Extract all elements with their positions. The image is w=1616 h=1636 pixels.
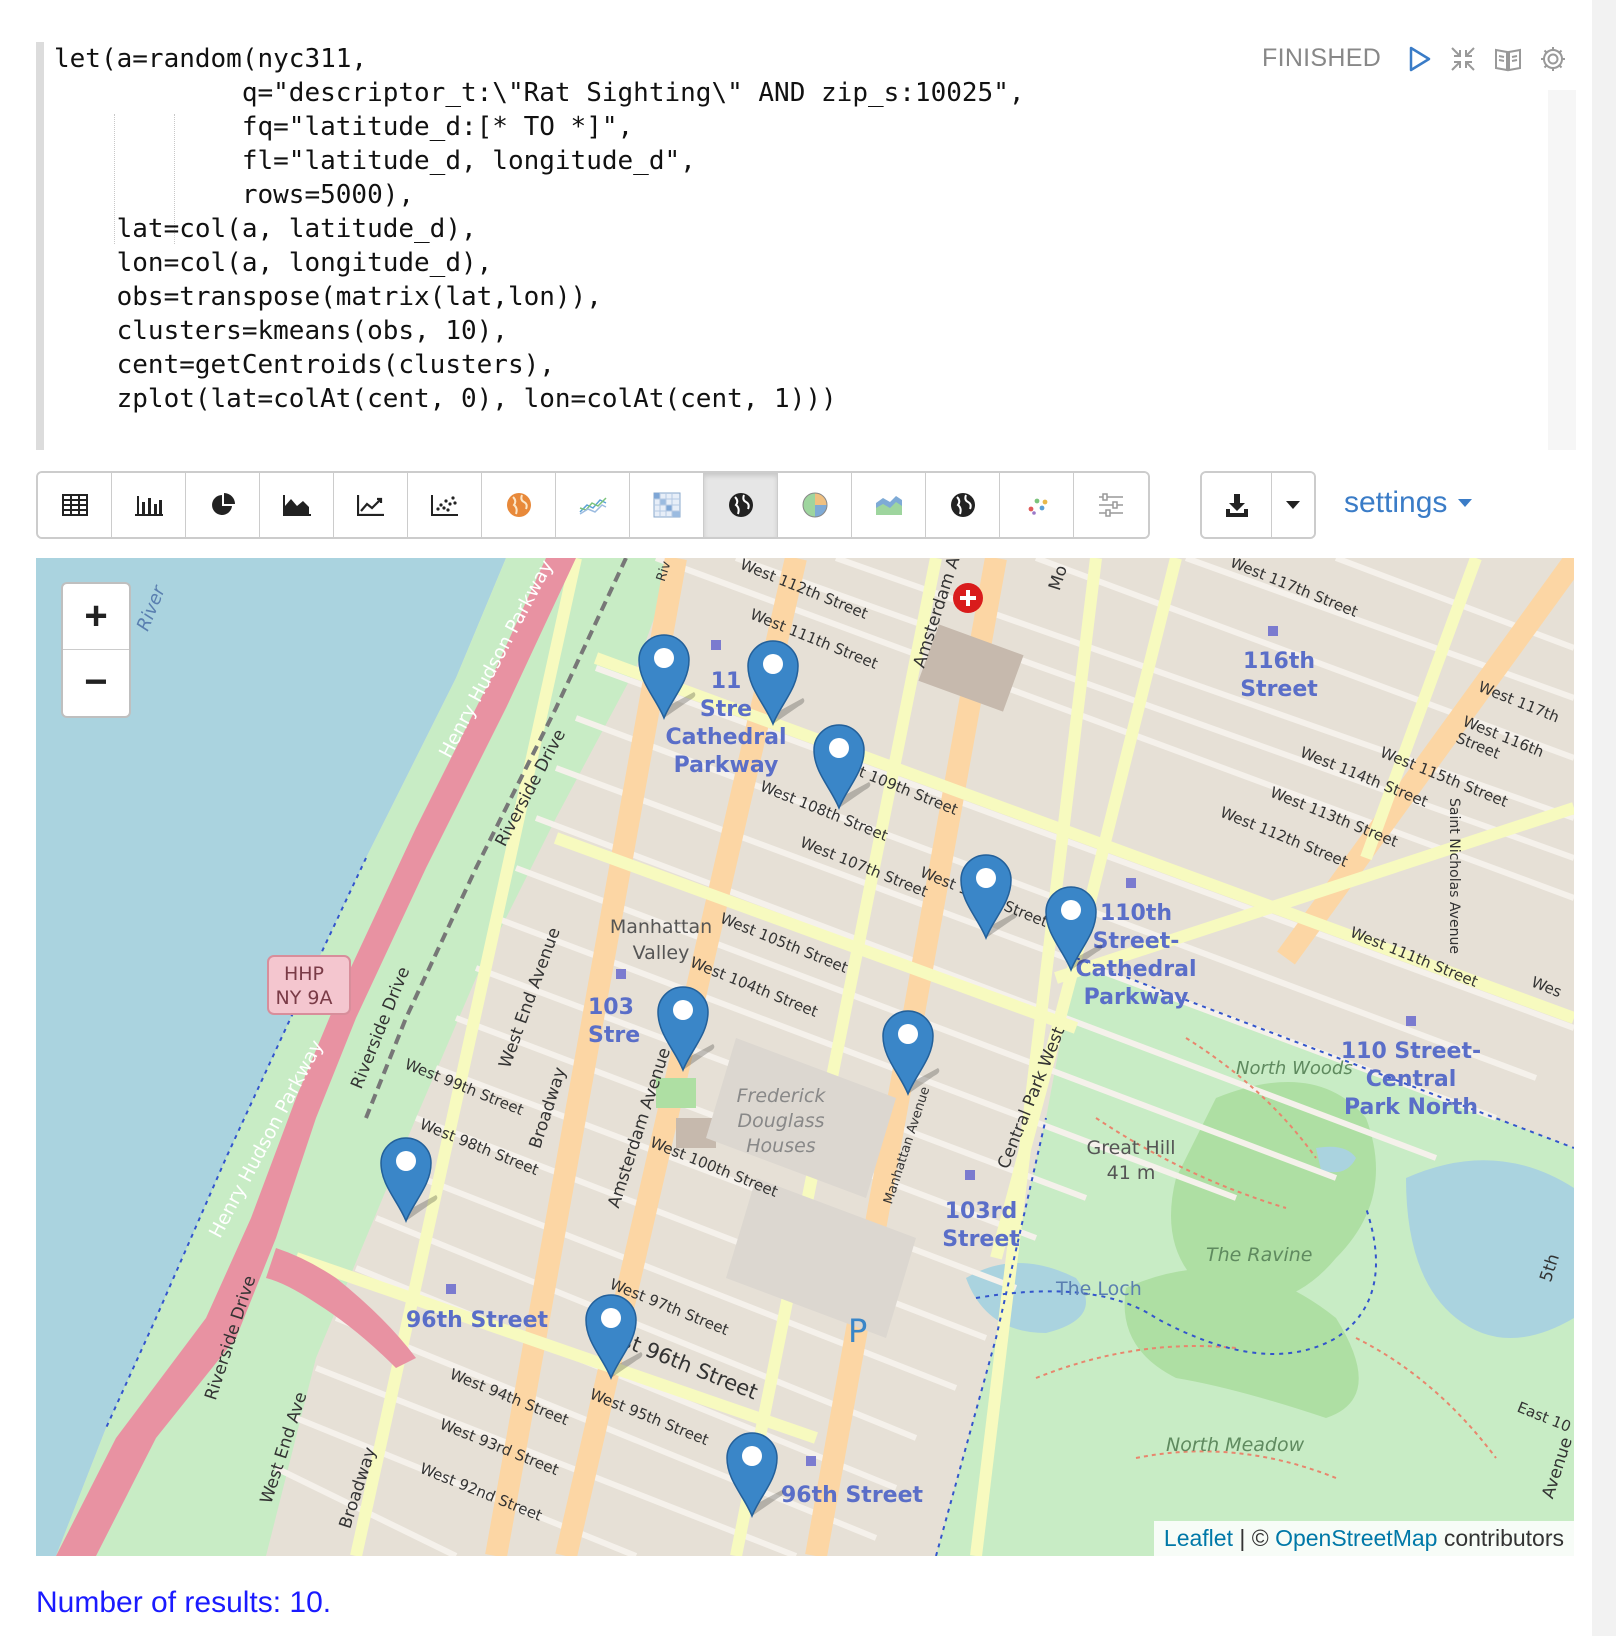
- zoom-in-button[interactable]: +: [63, 584, 129, 650]
- code-line: lat=col(a, latitude_d),: [54, 214, 477, 244]
- caret-down-icon: [1458, 499, 1473, 507]
- attribution-separator: | ©: [1232, 1525, 1276, 1551]
- globe-icon[interactable]: [704, 473, 778, 537]
- dots-icon[interactable]: [1000, 473, 1074, 537]
- line-chart-icon[interactable]: [334, 473, 408, 537]
- download-icon[interactable]: [1202, 473, 1272, 537]
- editor-gutter: [36, 42, 44, 450]
- code-line: let(a=random(nyc311,: [54, 44, 368, 74]
- code-line: fl="latitude_d, longitude_d",: [54, 146, 696, 176]
- code-line: q="descriptor_t:\"Rat Sighting\" AND zip…: [54, 78, 1025, 108]
- chevron-down-icon: [1286, 501, 1300, 509]
- download-button-group: [1200, 471, 1316, 539]
- bar-chart-icon[interactable]: [112, 473, 186, 537]
- collapse-icon[interactable]: [1449, 45, 1477, 73]
- paragraph-status-bar: FINISHED: [1262, 44, 1567, 73]
- book-icon[interactable]: [1493, 45, 1523, 73]
- map-marker[interactable]: [657, 986, 715, 1071]
- map-marker[interactable]: [960, 854, 1018, 939]
- sliders-icon[interactable]: [1074, 473, 1148, 537]
- editor-scrollbar[interactable]: [1548, 90, 1576, 450]
- page-scrollbar[interactable]: [1592, 0, 1616, 1636]
- code-line: lon=col(a, longitude_d),: [54, 248, 493, 278]
- map-marker[interactable]: [726, 1432, 784, 1517]
- run-icon[interactable]: [1407, 45, 1433, 73]
- settings-label: settings: [1344, 486, 1448, 519]
- area-chart-icon[interactable]: [260, 473, 334, 537]
- zoom-out-button[interactable]: −: [63, 650, 129, 715]
- visualization-toolbar: [36, 471, 1150, 539]
- pie-chart-icon[interactable]: [186, 473, 260, 537]
- gear-icon[interactable]: [1539, 45, 1567, 73]
- attribution-contributors: contributors: [1437, 1525, 1564, 1551]
- multi-line-icon[interactable]: [556, 473, 630, 537]
- code-line: clusters=kmeans(obs, 10),: [54, 316, 508, 346]
- osm-link[interactable]: OpenStreetMap: [1275, 1525, 1437, 1551]
- color-pie-icon[interactable]: [778, 473, 852, 537]
- leaflet-link[interactable]: Leaflet: [1164, 1525, 1233, 1551]
- code-line: zplot(lat=colAt(cent, 0), lon=colAt(cent…: [54, 384, 837, 414]
- map-marker[interactable]: [380, 1137, 438, 1222]
- settings-dropdown[interactable]: settings: [1344, 486, 1473, 520]
- map-marker[interactable]: [882, 1010, 940, 1095]
- code-line: rows=5000),: [54, 180, 415, 210]
- map-marker[interactable]: [585, 1294, 643, 1379]
- marker-layer: [380, 634, 1103, 1517]
- status-label: FINISHED: [1262, 44, 1382, 72]
- map-marker[interactable]: [1045, 886, 1103, 971]
- table-icon[interactable]: [38, 473, 112, 537]
- code-line: fq="latitude_d:[* TO *]",: [54, 112, 634, 142]
- code-text[interactable]: let(a=random(nyc311, q="descriptor_t:\"R…: [54, 42, 1025, 416]
- orange-globe-icon[interactable]: [482, 473, 556, 537]
- map-marker[interactable]: [638, 634, 696, 719]
- code-editor[interactable]: let(a=random(nyc311, q="descriptor_t:\"R…: [36, 42, 1576, 450]
- scatter-chart-icon[interactable]: [408, 473, 482, 537]
- code-line: obs=transpose(matrix(lat,lon)),: [54, 282, 602, 312]
- map-attribution: Leaflet | © OpenStreetMap contributors: [1153, 1521, 1574, 1556]
- map-marker[interactable]: [813, 724, 871, 809]
- results-count: Number of results: 10.: [36, 1586, 332, 1619]
- color-area-icon[interactable]: [852, 473, 926, 537]
- map-marker[interactable]: [747, 640, 805, 725]
- zoom-control: + −: [61, 582, 131, 718]
- heatmap-icon[interactable]: [630, 473, 704, 537]
- map-view[interactable]: HHP NY 9A River Henry Hudson Parkway Hen…: [36, 558, 1574, 1556]
- globe-icon-2[interactable]: [926, 473, 1000, 537]
- code-line: cent=getCentroids(clusters),: [54, 350, 555, 380]
- download-dropdown-toggle[interactable]: [1272, 473, 1314, 537]
